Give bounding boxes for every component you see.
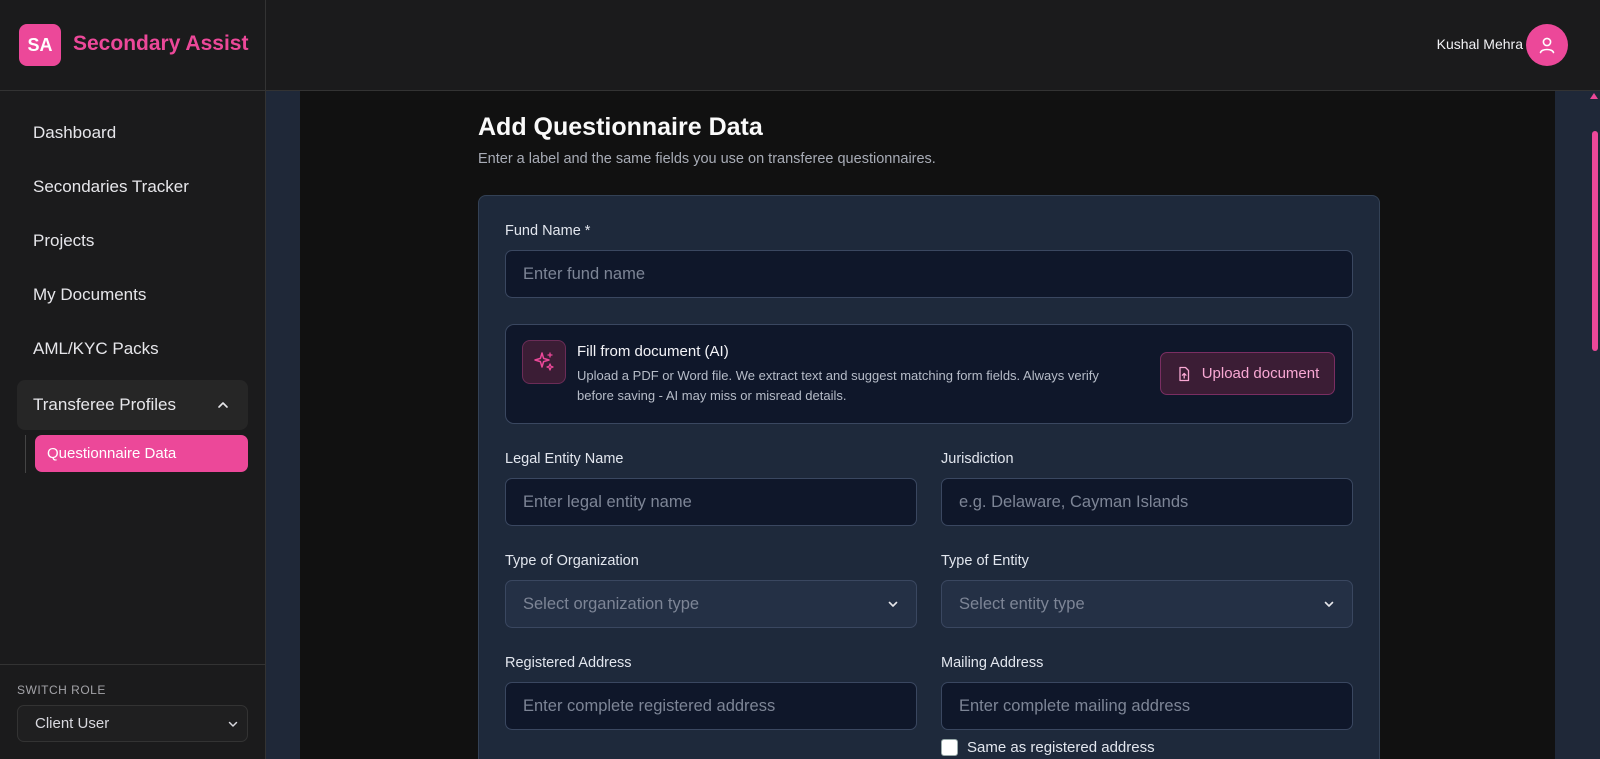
sidebar-item-label: Transferee Profiles — [33, 395, 176, 414]
sidebar: SA Secondary Assist Dashboard Secondarie… — [0, 0, 266, 759]
jurisdiction-placeholder: e.g. Delaware, Cayman Islands — [959, 492, 1189, 511]
chevron-up-icon — [218, 402, 228, 408]
registered-address-label: Registered Address — [505, 655, 632, 671]
organization-type-label: Type of Organization — [505, 553, 639, 569]
top-header: Kushal Mehra — [266, 0, 1600, 91]
mailing-address-placeholder: Enter complete mailing address — [959, 696, 1191, 715]
chevron-down-icon — [888, 601, 898, 607]
avatar[interactable] — [1526, 24, 1568, 66]
sidebar-subitem-label: Questionnaire Data — [47, 445, 177, 462]
page-subtitle: Enter a label and the same fields you us… — [478, 151, 936, 167]
questionnaire-form-card: Fund Name * Enter fund name Fill from do… — [478, 195, 1380, 759]
jurisdiction-input[interactable]: e.g. Delaware, Cayman Islands — [941, 478, 1353, 526]
jurisdiction-label: Jurisdiction — [941, 451, 1014, 467]
sidebar-item-projects[interactable]: Projects — [17, 214, 248, 268]
ai-fill-description: Upload a PDF or Word file. We extract te… — [577, 368, 1099, 403]
sidebar-item-label: My Documents — [33, 285, 147, 304]
upload-document-label: Upload document — [1201, 365, 1320, 382]
mailing-address-input[interactable]: Enter complete mailing address — [941, 682, 1353, 730]
sidebar-item-label: Projects — [33, 231, 95, 250]
entity-type-label: Type of Entity — [941, 553, 1029, 569]
file-upload-icon — [1179, 366, 1189, 381]
brand-name: Secondary Assist — [73, 32, 249, 55]
scroll-up-arrow-icon[interactable] — [1590, 93, 1598, 99]
sidebar-item-aml-kyc-packs[interactable]: AML/KYC Packs — [17, 322, 248, 376]
user-name: Kushal Mehra — [1436, 36, 1523, 52]
upload-document-button[interactable]: Upload document — [1160, 352, 1335, 395]
sparkles-icon — [522, 340, 566, 384]
legal-entity-name-placeholder: Enter legal entity name — [523, 492, 692, 511]
brand[interactable]: SA Secondary Assist — [0, 0, 265, 91]
same-as-registered-checkbox[interactable] — [941, 739, 958, 756]
ai-fill-panel: Fill from document (AI) Upload a PDF or … — [505, 324, 1353, 424]
page-title: Add Questionnaire Data — [478, 113, 763, 141]
chevron-down-icon — [1324, 601, 1334, 607]
organization-type-select[interactable]: Select organization type — [505, 580, 917, 628]
same-as-registered-row[interactable]: Same as registered address — [941, 739, 1155, 756]
sidebar-item-transferee-profiles[interactable]: Transferee Profiles — [17, 380, 248, 430]
sidebar-submenu: Questionnaire Data — [25, 435, 248, 473]
fund-name-input[interactable]: Enter fund name — [505, 250, 1353, 298]
sidebar-nav: Dashboard Secondaries Tracker Projects M… — [0, 91, 265, 473]
sidebar-subitem-questionnaire-data[interactable]: Questionnaire Data — [35, 435, 248, 472]
entity-type-select[interactable]: Select entity type — [941, 580, 1353, 628]
fund-name-placeholder: Enter fund name — [523, 264, 645, 283]
registered-address-input[interactable]: Enter complete registered address — [505, 682, 917, 730]
sidebar-item-secondaries-tracker[interactable]: Secondaries Tracker — [17, 160, 248, 214]
registered-address-placeholder: Enter complete registered address — [523, 696, 776, 715]
fund-name-label: Fund Name * — [505, 223, 591, 239]
role-select[interactable]: Client User — [17, 705, 248, 742]
switch-role-section: SWITCH ROLE Client User — [0, 664, 265, 759]
mailing-address-label: Mailing Address — [941, 655, 1044, 671]
legal-entity-name-label: Legal Entity Name — [505, 451, 624, 467]
scrollbar-thumb[interactable] — [1592, 131, 1598, 351]
role-select-value: Client User — [35, 715, 110, 732]
app-root: SA Secondary Assist Dashboard Secondarie… — [0, 0, 1600, 759]
sidebar-item-dashboard[interactable]: Dashboard — [17, 106, 248, 160]
same-as-registered-label: Same as registered address — [967, 739, 1155, 756]
chevron-down-icon — [228, 721, 238, 727]
scrollbar[interactable] — [1589, 91, 1600, 759]
organization-type-placeholder: Select organization type — [523, 594, 700, 613]
legal-entity-name-input[interactable]: Enter legal entity name — [505, 478, 917, 526]
user-icon — [1539, 37, 1555, 54]
sidebar-item-label: AML/KYC Packs — [33, 339, 159, 358]
ai-fill-title: Fill from document (AI) — [577, 343, 729, 360]
sidebar-item-label: Secondaries Tracker — [33, 177, 189, 196]
entity-type-placeholder: Select entity type — [959, 594, 1085, 613]
brand-logo: SA — [19, 24, 61, 66]
sidebar-item-label: Dashboard — [33, 123, 117, 142]
switch-role-label: SWITCH ROLE — [17, 683, 106, 697]
sidebar-item-my-documents[interactable]: My Documents — [17, 268, 248, 322]
